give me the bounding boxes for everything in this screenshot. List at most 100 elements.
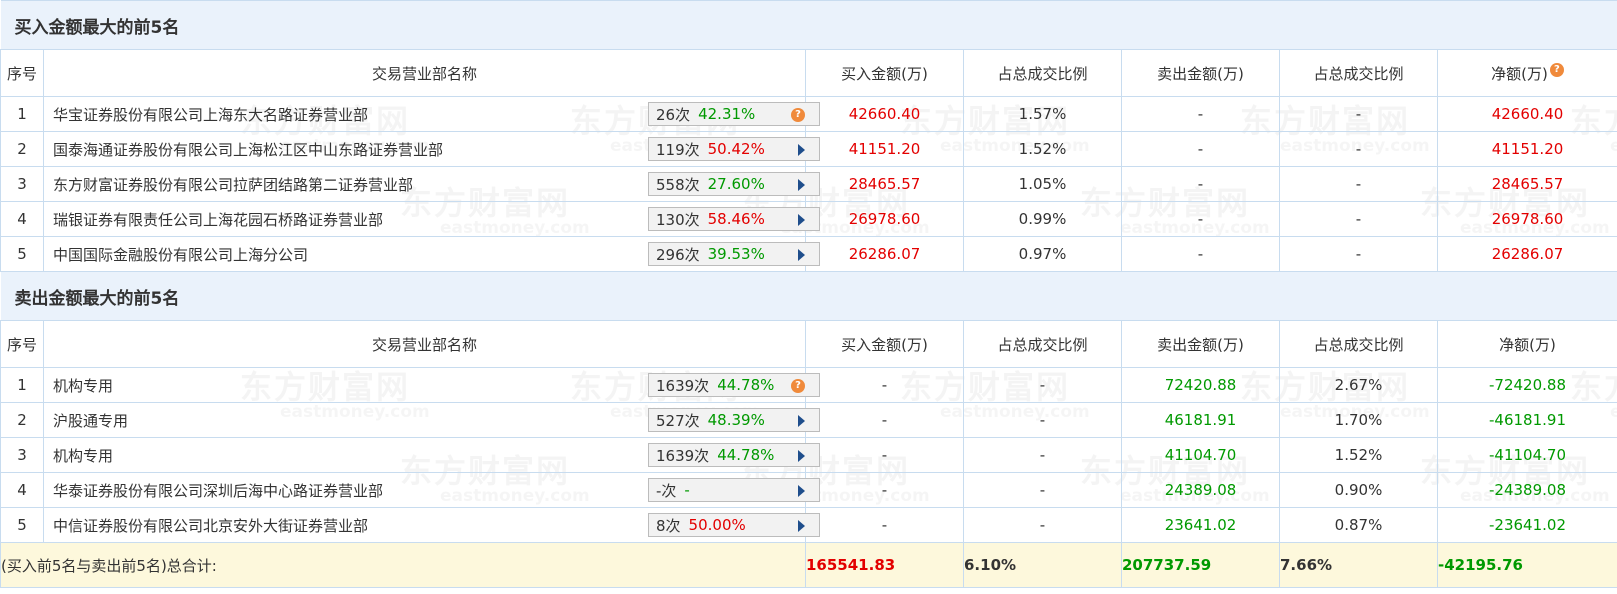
arrow-right-icon[interactable] (798, 449, 805, 462)
sell-amount: 24389.08 (1121, 472, 1280, 508)
table-row: 4 华泰证券股份有限公司深圳后海中心路证券营业部 -次 - - - 24389.08 0.90… (0, 472, 1617, 508)
row-index: 2 (0, 402, 44, 438)
branch-stat-box[interactable]: 296次 39.53% (648, 242, 820, 266)
arrow-right-icon[interactable] (798, 519, 805, 532)
sell-amount: 72420.88 (1121, 367, 1280, 403)
table-row: 3 东方财富证券股份有限公司拉萨团结路第二证券营业部 558次 27.60% 28465… (0, 166, 1617, 202)
branch-stat-box[interactable]: 1639次 44.78% (648, 443, 820, 467)
listing-count: -次 (656, 481, 677, 500)
sell-ratio: 0.90% (1279, 472, 1438, 508)
branch-name-link[interactable]: 东方财富证券股份有限公司拉萨团结路第二证券营业部 (53, 176, 413, 194)
col-buy-ratio: 占总成交比例 (963, 320, 1122, 368)
buy-amount: - (805, 437, 964, 473)
win-rate: 39.53% (707, 245, 765, 263)
buy-amount: 42660.40 (805, 96, 964, 132)
sell-ratio: 2.67% (1279, 367, 1438, 403)
branch-stat-box[interactable]: 26次 42.31%? (648, 102, 820, 126)
col-branch-name: 交易营业部名称 (43, 320, 806, 368)
listing-count: 1639次 (656, 376, 710, 395)
branch-name-link[interactable]: 中国国际金融股份有限公司上海分公司 (53, 246, 308, 264)
question-icon[interactable]: ? (1549, 62, 1564, 77)
branch-name-link[interactable]: 国泰海通证券股份有限公司上海松江区中山东路证券营业部 (53, 141, 443, 159)
total-buy: 165541.83 (805, 542, 964, 588)
buy-amount: 26286.07 (805, 236, 964, 272)
question-icon[interactable]: ? (791, 379, 805, 393)
sell-rows: 1 机构专用 1639次 44.78%? - -72420.88 2.67% -72420.8… (0, 367, 1617, 543)
buy-amount: - (805, 472, 964, 508)
arrow-right-icon[interactable] (798, 414, 805, 427)
listing-count: 8次 (656, 516, 681, 535)
branch-stat-box[interactable]: 527次 48.39% (648, 408, 820, 432)
net-amount: -72420.88 (1436, 367, 1617, 403)
buy-ratio: - (963, 507, 1122, 543)
table-row: 3 机构专用 1639次 44.78% - -41104.70 1.52% -41104.70 (0, 437, 1617, 473)
branch-cell: 机构专用 1639次 44.78%? (43, 367, 820, 403)
billboard-table: 买入金额最大的前5名 序号 交易营业部名称 买入金额(万) 占总成交比例 卖出金… (0, 0, 1617, 588)
col-sell-amount: 卖出金额(万) (1121, 49, 1280, 97)
listing-count: 1639次 (656, 446, 710, 465)
buy-ratio: 1.52% (963, 131, 1122, 167)
arrow-right-icon[interactable] (798, 484, 805, 497)
sell-amount: - (1121, 236, 1280, 272)
row-index: 4 (0, 472, 44, 508)
listing-count: 558次 (656, 175, 700, 194)
buy-amount: 26978.60 (805, 201, 964, 237)
total-sell: 207737.59 (1121, 542, 1280, 588)
sell-amount: 23641.02 (1121, 507, 1280, 543)
arrow-right-icon[interactable] (798, 143, 805, 156)
win-rate: - (684, 481, 690, 499)
branch-stat-box[interactable]: 558次 27.60% (648, 172, 820, 196)
net-amount: 28465.57 (1436, 166, 1617, 202)
branch-stat-box[interactable]: -次 - (648, 478, 820, 502)
total-buy-ratio: 6.10% (963, 542, 1122, 588)
branch-cell: 华泰证券股份有限公司深圳后海中心路证券营业部 -次 - (43, 472, 820, 508)
buy-amount: 28465.57 (805, 166, 964, 202)
net-amount: 26286.07 (1436, 236, 1617, 272)
sell-column-headers: 序号 交易营业部名称 买入金额(万) 占总成交比例 卖出金额(万) 占总成交比例… (0, 320, 1617, 368)
col-net-amount: 净额(万) (1436, 320, 1617, 368)
branch-name-link[interactable]: 机构专用 (53, 447, 113, 465)
branch-cell: 沪股通专用 527次 48.39% (43, 402, 820, 438)
col-sell-ratio: 占总成交比例 (1279, 49, 1438, 97)
listing-count: 527次 (656, 411, 700, 430)
branch-name-link[interactable]: 瑞银证券有限责任公司上海花园石桥路证券营业部 (53, 211, 383, 229)
win-rate: 50.42% (707, 140, 765, 158)
sell-ratio: 1.70% (1279, 402, 1438, 438)
win-rate: 50.00% (688, 516, 746, 534)
win-rate: 44.78% (717, 446, 775, 464)
row-index: 3 (0, 437, 44, 473)
branch-name-link[interactable]: 中信证券股份有限公司北京安外大街证券营业部 (53, 517, 368, 535)
col-buy-amount: 买入金额(万) (805, 49, 964, 97)
buy-ratio: - (963, 367, 1122, 403)
arrow-right-icon[interactable] (798, 213, 805, 226)
branch-name-link[interactable]: 华泰证券股份有限公司深圳后海中心路证券营业部 (53, 482, 383, 500)
branch-cell: 瑞银证券有限责任公司上海花园石桥路证券营业部 130次 58.46% (43, 201, 820, 237)
sell-amount: - (1121, 96, 1280, 132)
branch-stat-box[interactable]: 1639次 44.78%? (648, 373, 820, 397)
branch-cell: 中信证券股份有限公司北京安外大街证券营业部 8次 50.00% (43, 507, 820, 543)
branch-name-link[interactable]: 沪股通专用 (53, 412, 128, 430)
table-row: 1 华宝证券股份有限公司上海东大名路证券营业部 26次 42.31%? 42660.40… (0, 96, 1617, 132)
sell-ratio: - (1279, 131, 1438, 167)
win-rate: 42.31% (698, 105, 756, 123)
table-row: 5 中信证券股份有限公司北京安外大街证券营业部 8次 50.00% - -23641.02… (0, 507, 1617, 543)
net-amount: -23641.02 (1436, 507, 1617, 543)
branch-stat-box[interactable]: 119次 50.42% (648, 137, 820, 161)
arrow-right-icon[interactable] (798, 178, 805, 191)
net-amount: 42660.40 (1436, 96, 1617, 132)
sell-ratio: - (1279, 96, 1438, 132)
row-index: 2 (0, 131, 44, 167)
row-index: 5 (0, 236, 44, 272)
total-net: -42195.76 (1436, 542, 1617, 588)
branch-name-link[interactable]: 华宝证券股份有限公司上海东大名路证券营业部 (53, 106, 368, 124)
buy-column-headers: 序号 交易营业部名称 买入金额(万) 占总成交比例 卖出金额(万) 占总成交比例… (0, 49, 1617, 97)
buy-amount: - (805, 367, 964, 403)
branch-stat-box[interactable]: 8次 50.00% (648, 513, 820, 537)
branch-name-link[interactable]: 机构专用 (53, 377, 113, 395)
total-label: (买入前5名与卖出前5名)总合计: (0, 542, 806, 588)
question-icon[interactable]: ? (791, 108, 805, 122)
table-row: 2 沪股通专用 527次 48.39% - -46181.91 1.70% -46181.91 (0, 402, 1617, 438)
arrow-right-icon[interactable] (798, 248, 805, 261)
row-index: 1 (0, 367, 44, 403)
branch-stat-box[interactable]: 130次 58.46% (648, 207, 820, 231)
